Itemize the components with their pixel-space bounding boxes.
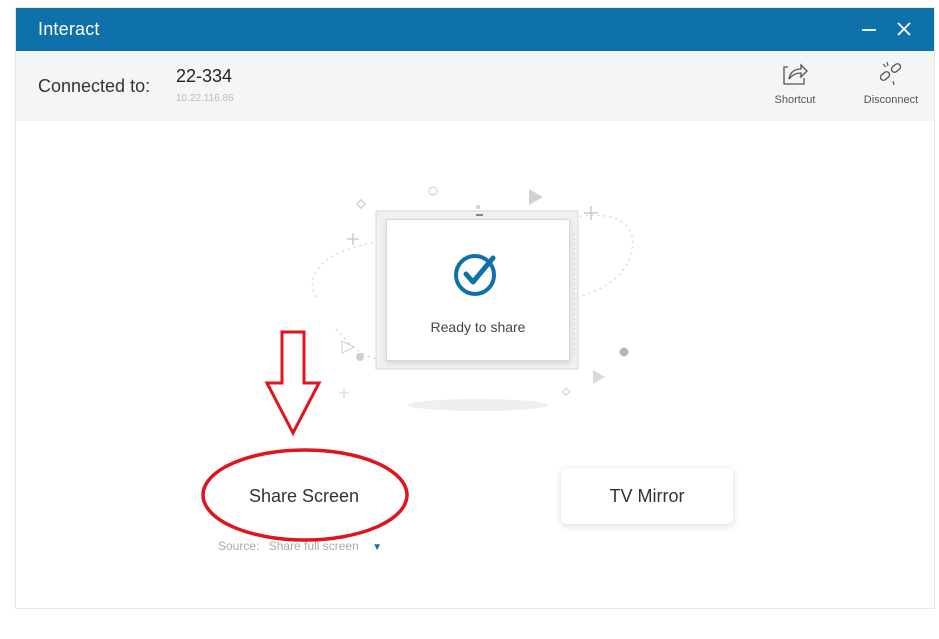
caret-down-icon[interactable]: ▼ (372, 542, 382, 553)
interact-window: Interact Connected to: 22-334 10.22.116.… (16, 8, 934, 608)
source-value: Share full screen (268, 539, 359, 553)
share-arrow-icon (783, 63, 808, 85)
check-circle-icon (454, 254, 496, 296)
device-ip: 10.22.116.86 (176, 93, 234, 104)
main-content: Ready to share Share Screen TV Mirror So… (16, 121, 934, 608)
source-selector[interactable]: Source: Share full screen ▼ (218, 539, 382, 553)
disconnect-button[interactable]: Disconnect (854, 59, 928, 106)
source-label: Source: (218, 539, 260, 553)
ready-status-card: Ready to share (386, 219, 570, 361)
window-title: Interact (38, 19, 100, 39)
minimize-icon (862, 29, 876, 31)
shortcut-label: Shortcut (774, 94, 816, 106)
close-icon (897, 22, 911, 36)
device-name: 22-334 (176, 66, 233, 86)
disconnect-label: Disconnect (863, 94, 919, 106)
connection-header: Connected to: 22-334 10.22.116.86 Shortc… (16, 51, 934, 121)
connected-label: Connected to: (38, 76, 151, 96)
share-screen-button[interactable]: Share Screen (204, 468, 404, 524)
close-button[interactable] (892, 17, 916, 41)
title-bar: Interact (16, 8, 934, 51)
unlink-icon (879, 61, 902, 86)
status-text: Ready to share (430, 319, 526, 335)
shortcut-button[interactable]: Shortcut (764, 59, 826, 106)
minimize-button[interactable] (857, 17, 881, 41)
tv-mirror-button[interactable]: TV Mirror (561, 468, 733, 524)
